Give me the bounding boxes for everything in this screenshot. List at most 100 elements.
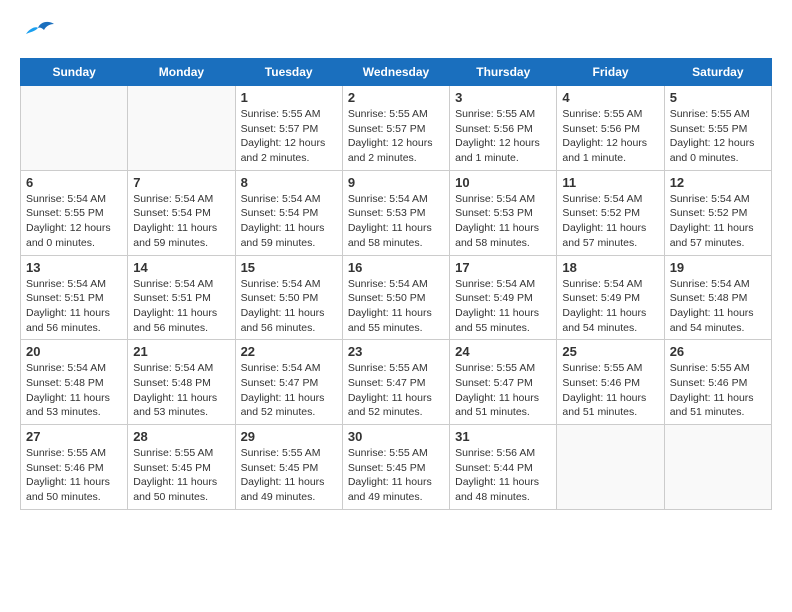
day-number: 19 <box>670 260 766 275</box>
day-number: 11 <box>562 175 658 190</box>
day-info: Sunrise: 5:54 AM Sunset: 5:49 PM Dayligh… <box>562 277 658 336</box>
calendar-cell: 18 Sunrise: 5:54 AM Sunset: 5:49 PM Dayli… <box>557 255 664 340</box>
calendar-cell <box>557 425 664 510</box>
day-number: 15 <box>241 260 337 275</box>
day-info: Sunrise: 5:54 AM Sunset: 5:52 PM Dayligh… <box>670 192 766 251</box>
day-number: 23 <box>348 344 444 359</box>
day-number: 31 <box>455 429 551 444</box>
day-number: 21 <box>133 344 229 359</box>
calendar-cell: 13 Sunrise: 5:54 AM Sunset: 5:51 PM Dayli… <box>21 255 128 340</box>
day-info: Sunrise: 5:55 AM Sunset: 5:47 PM Dayligh… <box>348 361 444 420</box>
day-info: Sunrise: 5:54 AM Sunset: 5:49 PM Dayligh… <box>455 277 551 336</box>
day-info: Sunrise: 5:54 AM Sunset: 5:50 PM Dayligh… <box>348 277 444 336</box>
day-number: 8 <box>241 175 337 190</box>
calendar-cell <box>664 425 771 510</box>
calendar-cell: 2 Sunrise: 5:55 AM Sunset: 5:57 PM Daylig… <box>342 86 449 171</box>
day-number: 18 <box>562 260 658 275</box>
logo-bird-icon <box>20 20 56 48</box>
day-info: Sunrise: 5:54 AM Sunset: 5:47 PM Dayligh… <box>241 361 337 420</box>
day-info: Sunrise: 5:55 AM Sunset: 5:57 PM Dayligh… <box>348 107 444 166</box>
day-number: 16 <box>348 260 444 275</box>
day-number: 22 <box>241 344 337 359</box>
day-header-monday: Monday <box>128 59 235 86</box>
day-number: 27 <box>26 429 122 444</box>
logo <box>20 20 58 48</box>
calendar-cell: 1Sunrise: 5:55 AM Sunset: 5:57 PM Daylig… <box>235 86 342 171</box>
calendar-week-1: 1 Sunrise: 5:55 AM Sunset: 5:57 PM Daylig… <box>21 86 772 171</box>
calendar-cell: 26 Sunrise: 5:55 AM Sunset: 5:46 PM Dayli… <box>664 340 771 425</box>
day-info: Sunrise: 5:54 AM Sunset: 5:54 PM Dayligh… <box>133 192 229 251</box>
day-header-friday: Friday <box>557 59 664 86</box>
calendar-cell: 20 Sunrise: 5:54 AM Sunset: 5:48 PM Dayli… <box>21 340 128 425</box>
day-number: 6 <box>26 175 122 190</box>
day-info: Sunrise: 5:56 AM Sunset: 5:44 PM Dayligh… <box>455 446 551 505</box>
day-header-saturday: Saturday <box>664 59 771 86</box>
day-info: Sunrise: 5:55 AM Sunset: 5:56 PM Dayligh… <box>562 107 658 166</box>
day-info: Sunrise: 5:54 AM Sunset: 5:51 PM Dayligh… <box>26 277 122 336</box>
day-number: 10 <box>455 175 551 190</box>
day-header-wednesday: Wednesday <box>342 59 449 86</box>
day-header-thursday: Thursday <box>450 59 557 86</box>
day-number: 2 <box>348 90 444 105</box>
calendar-cell: 12 Sunrise: 5:54 AM Sunset: 5:52 PM Dayli… <box>664 170 771 255</box>
day-number: 26 <box>670 344 766 359</box>
day-number: 3 <box>455 90 551 105</box>
day-header-tuesday: Tuesday <box>235 59 342 86</box>
day-number: 17 <box>455 260 551 275</box>
calendar-week-3: 13 Sunrise: 5:54 AM Sunset: 5:51 PM Dayli… <box>21 255 772 340</box>
calendar-cell <box>21 86 128 171</box>
calendar-cell: 16 Sunrise: 5:54 AM Sunset: 5:50 PM Dayli… <box>342 255 449 340</box>
day-info: Sunrise: 5:55 AM Sunset: 5:45 PM Dayligh… <box>241 446 337 505</box>
day-info: Sunrise: 5:54 AM Sunset: 5:50 PM Dayligh… <box>241 277 337 336</box>
day-number: 20 <box>26 344 122 359</box>
day-info: Sunrise: 5:55 AM Sunset: 5:56 PM Dayligh… <box>455 107 551 166</box>
calendar-cell: 10Sunrise: 5:54 AM Sunset: 5:53 PM Dayli… <box>450 170 557 255</box>
day-info: Sunrise: 5:54 AM Sunset: 5:54 PM Dayligh… <box>241 192 337 251</box>
day-info: Sunrise: 5:55 AM Sunset: 5:55 PM Dayligh… <box>670 107 766 166</box>
day-header-sunday: Sunday <box>21 59 128 86</box>
calendar-cell: 3 Sunrise: 5:55 AM Sunset: 5:56 PM Daylig… <box>450 86 557 171</box>
day-info: Sunrise: 5:54 AM Sunset: 5:48 PM Dayligh… <box>133 361 229 420</box>
day-info: Sunrise: 5:55 AM Sunset: 5:46 PM Dayligh… <box>26 446 122 505</box>
day-info: Sunrise: 5:55 AM Sunset: 5:45 PM Dayligh… <box>133 446 229 505</box>
day-number: 12 <box>670 175 766 190</box>
day-number: 24 <box>455 344 551 359</box>
calendar-cell: 11Sunrise: 5:54 AM Sunset: 5:52 PM Dayli… <box>557 170 664 255</box>
day-number: 25 <box>562 344 658 359</box>
day-number: 29 <box>241 429 337 444</box>
day-info: Sunrise: 5:54 AM Sunset: 5:53 PM Dayligh… <box>348 192 444 251</box>
calendar-cell: 24 Sunrise: 5:55 AM Sunset: 5:47 PM Dayli… <box>450 340 557 425</box>
calendar-cell: 22 Sunrise: 5:54 AM Sunset: 5:47 PM Dayli… <box>235 340 342 425</box>
calendar-cell: 25 Sunrise: 5:55 AM Sunset: 5:46 PM Dayli… <box>557 340 664 425</box>
calendar-cell: 28Sunrise: 5:55 AM Sunset: 5:45 PM Dayli… <box>128 425 235 510</box>
calendar-week-2: 6 Sunrise: 5:54 AM Sunset: 5:55 PM Daylig… <box>21 170 772 255</box>
calendar-cell: 9 Sunrise: 5:54 AM Sunset: 5:53 PM Daylig… <box>342 170 449 255</box>
day-number: 5 <box>670 90 766 105</box>
page-header <box>20 20 772 48</box>
day-info: Sunrise: 5:54 AM Sunset: 5:51 PM Dayligh… <box>133 277 229 336</box>
day-info: Sunrise: 5:55 AM Sunset: 5:46 PM Dayligh… <box>562 361 658 420</box>
calendar-cell: 31 Sunrise: 5:56 AM Sunset: 5:44 PM Dayli… <box>450 425 557 510</box>
day-number: 9 <box>348 175 444 190</box>
day-number: 14 <box>133 260 229 275</box>
day-info: Sunrise: 5:54 AM Sunset: 5:48 PM Dayligh… <box>26 361 122 420</box>
calendar-cell: 7Sunrise: 5:54 AM Sunset: 5:54 PM Daylig… <box>128 170 235 255</box>
day-number: 4 <box>562 90 658 105</box>
calendar-cell: 23 Sunrise: 5:55 AM Sunset: 5:47 PM Dayli… <box>342 340 449 425</box>
day-info: Sunrise: 5:55 AM Sunset: 5:47 PM Dayligh… <box>455 361 551 420</box>
day-number: 13 <box>26 260 122 275</box>
day-info: Sunrise: 5:55 AM Sunset: 5:45 PM Dayligh… <box>348 446 444 505</box>
day-number: 1 <box>241 90 337 105</box>
calendar-cell: 15 Sunrise: 5:54 AM Sunset: 5:50 PM Dayli… <box>235 255 342 340</box>
calendar-cell: 27 Sunrise: 5:55 AM Sunset: 5:46 PM Dayli… <box>21 425 128 510</box>
day-number: 30 <box>348 429 444 444</box>
day-info: Sunrise: 5:54 AM Sunset: 5:48 PM Dayligh… <box>670 277 766 336</box>
calendar-cell: 5 Sunrise: 5:55 AM Sunset: 5:55 PM Daylig… <box>664 86 771 171</box>
calendar-cell: 14 Sunrise: 5:54 AM Sunset: 5:51 PM Dayli… <box>128 255 235 340</box>
day-info: Sunrise: 5:55 AM Sunset: 5:46 PM Dayligh… <box>670 361 766 420</box>
calendar-cell: 8 Sunrise: 5:54 AM Sunset: 5:54 PM Daylig… <box>235 170 342 255</box>
calendar-week-4: 20 Sunrise: 5:54 AM Sunset: 5:48 PM Dayli… <box>21 340 772 425</box>
calendar-week-5: 27 Sunrise: 5:55 AM Sunset: 5:46 PM Dayli… <box>21 425 772 510</box>
calendar-cell: 6 Sunrise: 5:54 AM Sunset: 5:55 PM Daylig… <box>21 170 128 255</box>
day-info: Sunrise: 5:54 AM Sunset: 5:55 PM Dayligh… <box>26 192 122 251</box>
